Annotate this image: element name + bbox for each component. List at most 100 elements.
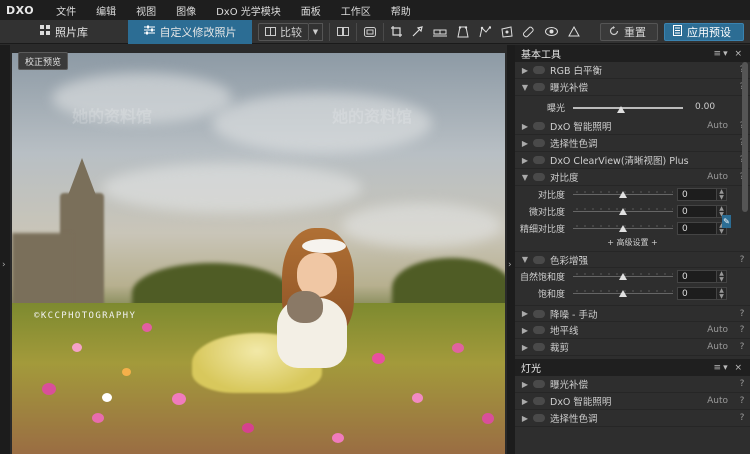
exposure-value[interactable]: 0.00 xyxy=(695,102,715,112)
micro-contrast-value[interactable]: 0 xyxy=(677,205,717,218)
vibrancy-slider[interactable] xyxy=(573,271,673,282)
tool-row-horizon[interactable]: ▶ 地平线 Auto ? xyxy=(515,322,750,339)
tool-aux: Auto xyxy=(707,172,728,182)
apply-preset-button[interactable]: 应用预设 xyxy=(664,23,744,41)
slider-thumb[interactable] xyxy=(619,290,627,297)
image-viewer[interactable]: 她的资料馆 她的资料馆 ©KCCPHOTOGRAPHY 校正预览 xyxy=(10,45,507,454)
tool-toggle[interactable] xyxy=(533,255,545,264)
crop-tool[interactable] xyxy=(386,23,407,41)
fine-contrast-value[interactable]: 0 xyxy=(677,222,717,235)
panel-header-light[interactable]: 灯光 ≡▾ × xyxy=(515,359,750,376)
compare-button[interactable]: 比较 xyxy=(258,22,309,41)
panel-menu-icon[interactable]: ≡▾ × xyxy=(714,363,744,373)
tab-photo-library[interactable]: 照片库 xyxy=(0,20,128,44)
horizon-tool[interactable] xyxy=(428,23,452,41)
tool-toggle[interactable] xyxy=(533,309,545,318)
photo-credit-text: ©KCCPHOTOGRAPHY xyxy=(34,311,137,321)
tool-row-exposure-light[interactable]: ▶ 曝光补偿 ? xyxy=(515,376,750,393)
help-icon[interactable]: ? xyxy=(738,325,746,335)
spin-arrows-icon[interactable]: ▲▼ xyxy=(717,270,727,283)
local-adjustments-tool[interactable] xyxy=(496,23,518,41)
frame-button[interactable] xyxy=(359,23,381,41)
tool-toggle[interactable] xyxy=(533,122,545,130)
tool-row-rgb-white-balance[interactable]: ▶ RGB 白平衡 ? xyxy=(515,62,750,79)
correction-preview-button[interactable]: 校正预览 xyxy=(18,52,68,70)
preview-toggle[interactable] xyxy=(540,23,563,41)
micro-contrast-slider-row: 微对比度 0 ▲ ▼ xyxy=(515,203,750,220)
spin-arrows-icon[interactable]: ▲▼ xyxy=(717,287,727,300)
slider-thumb[interactable] xyxy=(619,273,627,280)
tool-toggle[interactable] xyxy=(533,380,545,388)
micro-contrast-slider[interactable] xyxy=(573,206,673,217)
help-icon[interactable]: ? xyxy=(738,396,746,406)
slider-thumb[interactable] xyxy=(617,105,625,113)
slider-label: 对比度 xyxy=(537,191,565,201)
tool-toggle[interactable] xyxy=(533,83,545,91)
right-panel-collapse[interactable]: › xyxy=(507,45,515,454)
contrast-value[interactable]: 0 xyxy=(677,188,717,201)
menu-panels[interactable]: 面板 xyxy=(291,3,331,18)
tool-row-smart-lighting-light[interactable]: ▶ DxO 智能照明 Auto ? xyxy=(515,393,750,410)
help-icon[interactable]: ? xyxy=(738,379,746,389)
slider-thumb[interactable] xyxy=(619,225,627,232)
tool-toggle[interactable] xyxy=(533,156,545,164)
tool-row-color-enhance[interactable]: ▼ 色彩增强 ? xyxy=(515,251,750,268)
panel-menu-icon[interactable]: ≡▾ × xyxy=(714,49,744,59)
tool-row-contrast[interactable]: ▼ 对比度 Auto ? xyxy=(515,169,750,186)
slider-label: 饱和度 xyxy=(537,290,565,300)
tool-row-noise-reduction[interactable]: ▶ 降噪 - 手动 ? xyxy=(515,305,750,322)
exposure-slider[interactable] xyxy=(573,102,683,113)
photo-flower xyxy=(102,393,112,402)
menu-workspace[interactable]: 工作区 xyxy=(331,3,381,18)
repair-tool[interactable] xyxy=(518,23,540,41)
help-icon[interactable]: ? xyxy=(738,255,746,265)
slider-thumb[interactable] xyxy=(619,208,627,215)
chevron-right-icon: ▶ xyxy=(521,413,529,423)
perspective-tool[interactable] xyxy=(452,23,474,41)
tool-toggle[interactable] xyxy=(533,173,545,181)
volume-deformation-tool[interactable] xyxy=(474,23,496,41)
fine-contrast-slider[interactable] xyxy=(573,223,673,234)
reset-button[interactable]: 重置 xyxy=(600,23,658,41)
tool-toggle[interactable] xyxy=(533,326,545,334)
tool-row-smart-lighting[interactable]: ▶ DxO 智能照明 Auto ? xyxy=(515,118,750,135)
chevron-right-icon: ▶ xyxy=(521,65,529,75)
menu-help[interactable]: 帮助 xyxy=(381,3,421,18)
panel-header-basic[interactable]: 基本工具 ≡▾ × xyxy=(515,45,750,62)
contrast-slider[interactable] xyxy=(573,189,673,200)
compare-dropdown[interactable]: ▼ xyxy=(309,22,323,41)
help-icon[interactable]: ? xyxy=(738,413,746,423)
menu-optics-modules[interactable]: DxO 光学模块 xyxy=(206,3,291,18)
help-icon[interactable]: ? xyxy=(738,342,746,352)
tool-toggle[interactable] xyxy=(533,139,545,147)
saturation-slider[interactable] xyxy=(573,288,673,299)
picker-icon[interactable]: ✎ xyxy=(722,215,731,228)
tool-row-crop[interactable]: ▶ 裁剪 Auto ? xyxy=(515,339,750,356)
vibrancy-value[interactable]: 0 xyxy=(677,270,717,283)
tool-toggle[interactable] xyxy=(533,66,545,74)
tool-row-selective-tone[interactable]: ▶ 选择性色调 ? xyxy=(515,135,750,152)
photo-watermark: 她的资料馆 xyxy=(72,107,153,126)
panel-scrollbar[interactable] xyxy=(742,62,748,212)
split-view-button[interactable] xyxy=(332,23,354,41)
menu-file[interactable]: 文件 xyxy=(46,3,86,18)
tool-row-exposure[interactable]: ▼ 曝光补偿 ? xyxy=(515,79,750,96)
photo-flower xyxy=(482,413,494,424)
tool-toggle[interactable] xyxy=(533,397,545,405)
shadow-highlight-warning[interactable] xyxy=(563,23,585,41)
tool-toggle[interactable] xyxy=(533,343,545,351)
tab-customize[interactable]: 自定义修改照片 xyxy=(128,19,252,44)
menu-edit[interactable]: 编辑 xyxy=(86,3,126,18)
tool-row-selective-tone-light[interactable]: ▶ 选择性色调 ? xyxy=(515,410,750,427)
left-panel-collapse[interactable]: › xyxy=(0,45,10,454)
spin-arrows-icon[interactable]: ▲▼ xyxy=(717,188,727,201)
menu-image[interactable]: 图像 xyxy=(166,3,206,18)
tool-row-clearview[interactable]: ▶ DxO ClearView(清晰视图) Plus ? xyxy=(515,152,750,169)
saturation-value[interactable]: 0 xyxy=(677,287,717,300)
tool-toggle[interactable] xyxy=(533,414,545,422)
help-icon[interactable]: ? xyxy=(738,309,746,319)
advanced-settings-link[interactable]: + 高级设置 + xyxy=(515,237,750,251)
slider-thumb[interactable] xyxy=(619,191,627,198)
menu-view[interactable]: 视图 xyxy=(126,3,166,18)
eyedropper-tool[interactable] xyxy=(407,23,428,41)
